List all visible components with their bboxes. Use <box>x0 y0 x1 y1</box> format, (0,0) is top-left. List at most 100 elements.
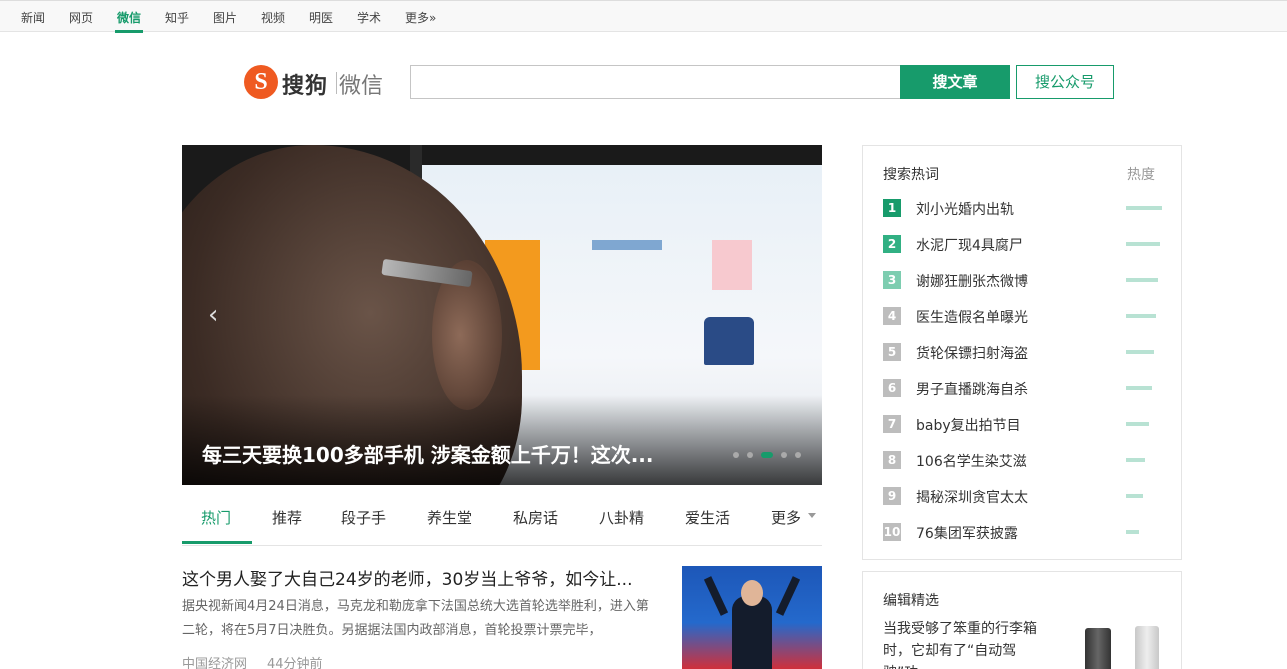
hot-search-heat-bar <box>1126 530 1139 534</box>
article-source[interactable]: 中国经济网 <box>182 657 247 669</box>
hot-search-word[interactable]: 106名学生染艾滋 <box>916 451 1027 471</box>
category-tabs: 热门 推荐 段子手 养生堂 私房话 八卦精 爱生活 更多 <box>182 495 822 546</box>
nav-web[interactable]: 网页 <box>69 9 93 26</box>
top-nav: 新闻 网页 微信 知乎 图片 视频 明医 学术 更多» <box>0 0 1287 33</box>
hot-search-item[interactable]: 7 baby复出拍节目 <box>883 414 1163 434</box>
hot-search-word[interactable]: 男子直播跳海自杀 <box>916 379 1028 399</box>
search-input[interactable] <box>410 65 901 99</box>
search-account-button[interactable]: 搜公众号 <box>1016 65 1114 99</box>
thumbnail-detail <box>775 576 801 616</box>
nav-active-indicator <box>115 30 143 33</box>
hot-search-item[interactable]: 6 男子直播跳海自杀 <box>883 378 1163 398</box>
hot-search-word[interactable]: 货轮保镖扫射海盗 <box>916 343 1028 363</box>
thumbnail-person <box>732 596 772 669</box>
hot-search-heat-bar <box>1126 386 1152 390</box>
article-title[interactable]: 这个男人娶了大自己24岁的老师，30岁当上爷爷，如今让... <box>182 565 632 590</box>
hot-search-word[interactable]: 医生造假名单曝光 <box>916 307 1028 327</box>
banner-image-detail <box>592 240 662 250</box>
tab-health[interactable]: 养生堂 <box>427 507 472 528</box>
banner-carousel[interactable]: ‹ 每三天要换100多部手机 涉案金额上千万！这次... <box>182 145 822 485</box>
sogou-weixin-logo[interactable]: S 搜狗 微信 <box>244 64 394 100</box>
hot-search-item[interactable]: 3 谢娜狂删张杰微博 <box>883 270 1163 290</box>
nav-more[interactable]: 更多» <box>405 9 436 26</box>
banner-dot[interactable] <box>747 452 753 458</box>
hot-search-heat-bar <box>1126 422 1149 426</box>
hot-search-item[interactable]: 10 76集团军获披露 <box>883 522 1163 542</box>
logo-product-text: 微信 <box>339 74 384 99</box>
hot-search-item[interactable]: 8 106名学生染艾滋 <box>883 450 1163 470</box>
nav-zhihu[interactable]: 知乎 <box>165 9 189 26</box>
banner-caption[interactable]: 每三天要换100多部手机 涉案金额上千万！这次... <box>202 439 654 468</box>
hot-search-heat-bar <box>1126 494 1143 498</box>
editor-picks-image[interactable] <box>1085 628 1111 669</box>
banner-dot[interactable] <box>795 452 801 458</box>
chevron-down-icon[interactable] <box>808 513 816 518</box>
hot-search-rank: 9 <box>883 487 901 505</box>
hot-search-rank: 6 <box>883 379 901 397</box>
hot-search-item[interactable]: 2 水泥厂现4具腐尸 <box>883 234 1163 254</box>
hot-search-title: 搜索热词 <box>883 167 939 183</box>
logo-brand-text: 搜狗 <box>282 74 329 99</box>
tab-jokes[interactable]: 段子手 <box>341 507 386 528</box>
tab-life[interactable]: 爱生活 <box>685 507 730 528</box>
article-thumbnail[interactable] <box>682 566 822 669</box>
hot-search-word[interactable]: 刘小光婚内出轨 <box>916 199 1014 219</box>
logo-divider <box>336 72 337 94</box>
tab-gossip[interactable]: 八卦精 <box>599 507 644 528</box>
editor-picks-image[interactable] <box>1135 626 1159 669</box>
hot-search-item[interactable]: 5 货轮保镖扫射海盗 <box>883 342 1163 362</box>
editor-picks-headline[interactable]: 当我受够了笨重的行李箱时，它却有了“自动驾驶”功... <box>883 618 1063 669</box>
nav-medical[interactable]: 明医 <box>309 9 333 26</box>
hot-search-rank: 10 <box>883 523 901 541</box>
hot-search-item[interactable]: 4 医生造假名单曝光 <box>883 306 1163 326</box>
hot-search-heat-bar <box>1126 350 1154 354</box>
hot-search-word[interactable]: 76集团军获披露 <box>916 523 1018 543</box>
banner-pagination <box>733 451 803 459</box>
banner-image-detail <box>712 240 752 290</box>
article-meta: 中国经济网 44分钟前 <box>182 653 323 669</box>
editor-picks-panel: 编辑精选 当我受够了笨重的行李箱时，它却有了“自动驾驶”功... <box>862 571 1182 669</box>
nav-video[interactable]: 视频 <box>261 9 285 26</box>
hot-search-word[interactable]: 揭秘深圳贪官太太 <box>916 487 1028 507</box>
hot-search-heat-label: 热度 <box>1127 167 1155 183</box>
hot-search-rank: 5 <box>883 343 901 361</box>
article-time: 44分钟前 <box>267 657 323 669</box>
editor-picks-title: 编辑精选 <box>883 593 939 609</box>
hot-search-heat-bar <box>1126 242 1160 246</box>
banner-dot[interactable] <box>781 452 787 458</box>
banner-prev-arrow-icon[interactable]: ‹ <box>208 300 218 330</box>
nav-images[interactable]: 图片 <box>213 9 237 26</box>
tab-recommend[interactable]: 推荐 <box>272 507 302 528</box>
hot-search-heat-bar <box>1126 314 1156 318</box>
hot-search-rank: 4 <box>883 307 901 325</box>
nav-news[interactable]: 新闻 <box>21 9 45 26</box>
nav-weixin[interactable]: 微信 <box>117 9 141 26</box>
hot-search-rank: 3 <box>883 271 901 289</box>
hot-search-heat-bar <box>1126 206 1162 210</box>
hot-search-rank: 1 <box>883 199 901 217</box>
search-article-button[interactable]: 搜文章 <box>900 65 1010 99</box>
tab-private[interactable]: 私房话 <box>513 507 558 528</box>
hot-search-item[interactable]: 9 揭秘深圳贪官太太 <box>883 486 1163 506</box>
hot-search-item[interactable]: 1 刘小光婚内出轨 <box>883 198 1163 218</box>
banner-dot-active[interactable] <box>761 452 773 458</box>
sogou-s-icon: S <box>244 65 278 99</box>
banner-dot[interactable] <box>733 452 739 458</box>
hot-search-heat-bar <box>1126 278 1158 282</box>
hot-search-panel: 搜索热词 热度 1 刘小光婚内出轨 2 水泥厂现4具腐尸 3 谢娜狂删张杰微博 4 医生造假名… <box>862 145 1182 560</box>
tab-active-indicator <box>182 541 252 544</box>
banner-image-shirt <box>704 317 754 365</box>
thumbnail-detail <box>703 576 729 616</box>
hot-search-word[interactable]: baby复出拍节目 <box>916 415 1021 435</box>
thumbnail-face <box>741 580 763 606</box>
tab-more[interactable]: 更多 <box>771 507 801 528</box>
article-summary: 据央视新闻4月24日消息，马克龙和勒庞拿下法国总统大选首轮选举胜利，进入第二轮，… <box>182 599 649 638</box>
hot-search-rank: 2 <box>883 235 901 253</box>
nav-scholar[interactable]: 学术 <box>357 9 381 26</box>
hot-search-word[interactable]: 水泥厂现4具腐尸 <box>916 235 1023 255</box>
hot-search-rank: 7 <box>883 415 901 433</box>
hot-search-word[interactable]: 谢娜狂删张杰微博 <box>916 271 1028 291</box>
hot-search-heat-bar <box>1126 458 1145 462</box>
hot-search-rank: 8 <box>883 451 901 469</box>
tab-hot[interactable]: 热门 <box>201 507 231 528</box>
